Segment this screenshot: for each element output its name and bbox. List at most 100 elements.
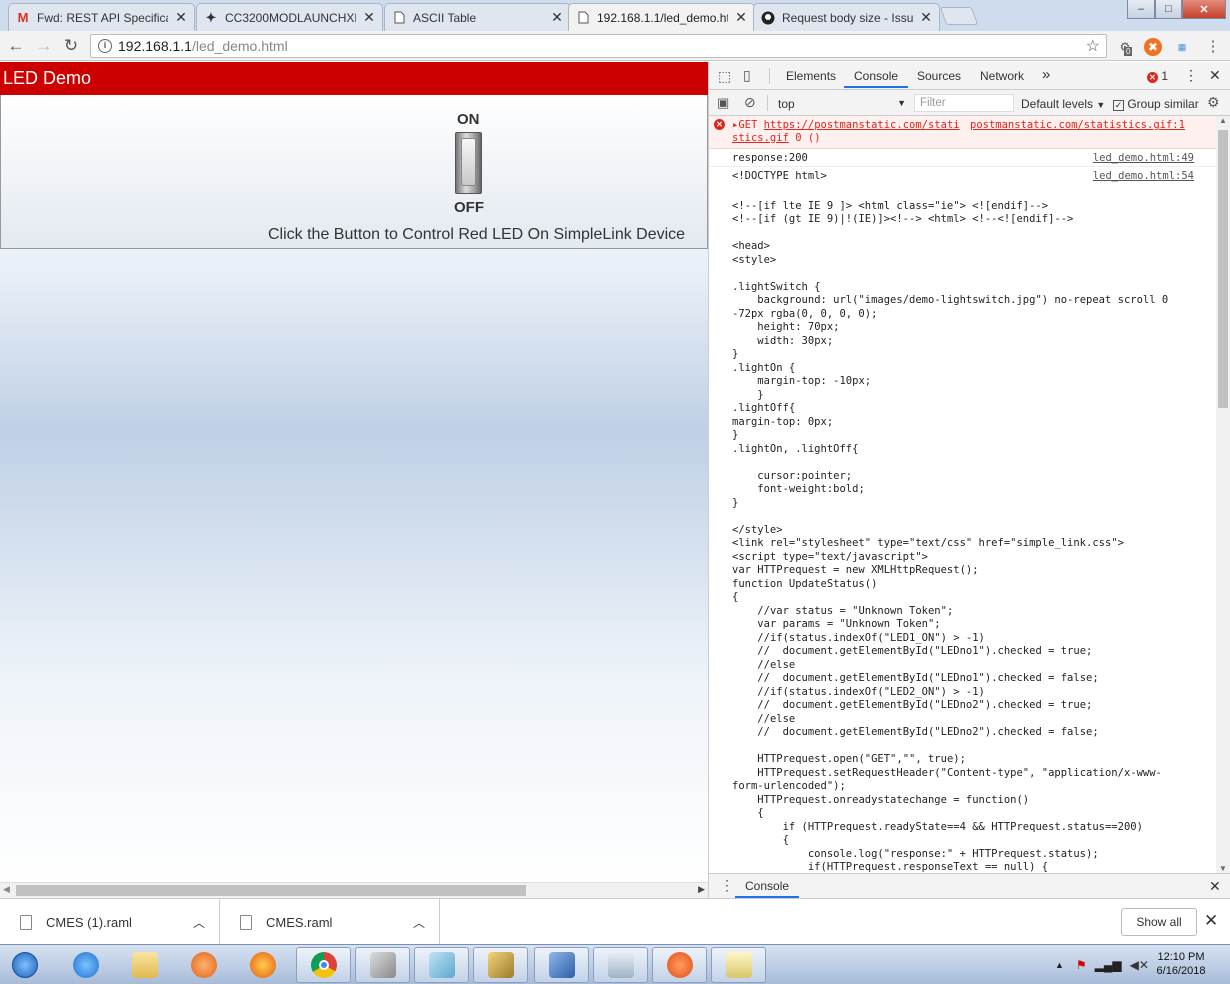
scroll-down-icon[interactable]: ▼ xyxy=(1219,864,1227,873)
tray-expand-icon[interactable]: ▲ xyxy=(1055,960,1064,970)
qr-extension-icon[interactable]: ▦ xyxy=(1173,38,1191,56)
scroll-right-icon[interactable]: ▶ xyxy=(698,884,705,895)
devtools-menu-icon[interactable]: ⋮ xyxy=(1184,67,1198,84)
drawer-menu-icon[interactable]: ⋮ xyxy=(720,877,734,894)
taskbar-cube-app[interactable] xyxy=(355,947,410,983)
scroll-left-icon[interactable]: ◀ xyxy=(3,884,10,895)
chevron-up-icon[interactable]: ︿ xyxy=(413,914,425,931)
reload-icon[interactable]: ↻ xyxy=(60,36,82,56)
action-center-icon[interactable]: ⚑ xyxy=(1076,958,1087,972)
error-url-link-cont[interactable]: stics.gif xyxy=(732,132,789,144)
console-output: ✕ ▸GET https://postmanstatic.com/stati po… xyxy=(709,116,1217,873)
taskbar-calculator[interactable] xyxy=(593,947,648,983)
taskbar-media-player[interactable] xyxy=(176,947,231,983)
more-tabs-icon[interactable]: » xyxy=(1042,66,1050,83)
error-count-value: 1 xyxy=(1161,69,1169,83)
console-scrollbar[interactable]: ▲ ▼ xyxy=(1216,116,1230,873)
device-toolbar-icon[interactable]: ▯ xyxy=(743,67,751,84)
taskbar-explorer[interactable] xyxy=(117,947,172,983)
tab-console[interactable]: Console xyxy=(844,62,909,88)
taskbar-pen-app[interactable] xyxy=(652,947,707,983)
tab-github[interactable]: Request body size - Issue ✕ xyxy=(753,3,940,31)
close-tab-icon[interactable]: ✕ xyxy=(919,9,933,26)
forward-icon[interactable]: → xyxy=(33,36,55,56)
close-devtools-icon[interactable]: ✕ xyxy=(1209,67,1221,84)
sidebar-toggle-icon[interactable]: ▣ xyxy=(717,95,729,111)
taskbar-network-app[interactable] xyxy=(534,947,589,983)
postman-icon[interactable]: ✖ xyxy=(1144,38,1162,56)
close-tab-icon[interactable]: ✕ xyxy=(550,9,564,26)
media-player-icon xyxy=(190,952,217,978)
taskbar-firefox[interactable] xyxy=(235,947,290,983)
group-similar-checkbox[interactable]: ✓ Group similar xyxy=(1113,97,1199,111)
tab-title: Fwd: REST API Specificati xyxy=(37,10,168,25)
chevron-up-icon[interactable]: ︿ xyxy=(193,914,205,931)
download-item[interactable]: CMES.raml ︿ xyxy=(220,899,440,945)
inspect-element-icon[interactable]: ⬚ xyxy=(718,68,731,85)
switch-lever xyxy=(461,138,476,186)
windows-logo-icon xyxy=(12,952,38,978)
close-tab-icon[interactable]: ✕ xyxy=(734,9,748,26)
tab-network[interactable]: Network xyxy=(980,69,1024,83)
folder-icon xyxy=(131,952,158,978)
light-switch-button[interactable] xyxy=(455,132,482,194)
close-drawer-icon[interactable]: ✕ xyxy=(1209,878,1221,895)
taskbar-clock[interactable]: 12:10 PM 6/16/2018 xyxy=(1147,950,1215,978)
on-label[interactable]: ON xyxy=(457,111,480,128)
context-selector[interactable]: top ▼ xyxy=(778,97,906,111)
settings-gear-icon[interactable]: ⚙ xyxy=(1207,94,1220,111)
extension-icon[interactable]: ⚙0 xyxy=(1116,38,1134,56)
horizontal-scrollbar[interactable]: ◀ ▶ xyxy=(0,882,708,898)
taskbar-notepad-app[interactable] xyxy=(414,947,469,983)
tab-title: ASCII Table xyxy=(413,10,477,25)
instruction-text: Click the Button to Control Red LED On S… xyxy=(268,226,686,243)
context-value: top xyxy=(778,97,795,111)
log-source-link[interactable]: led_demo.html:54 xyxy=(1093,169,1194,183)
bookmark-star-icon[interactable]: ☆ xyxy=(1086,36,1100,56)
levels-dropdown[interactable]: Default levels ▼ xyxy=(1021,97,1105,111)
show-all-button[interactable]: Show all xyxy=(1121,908,1197,936)
taskbar-ie[interactable] xyxy=(58,947,113,983)
network-signal-icon[interactable]: ▂▄▆ xyxy=(1095,958,1122,972)
log-source-link[interactable]: led_demo.html:49 xyxy=(1093,151,1194,165)
new-tab-button[interactable] xyxy=(939,7,979,25)
tab-elements[interactable]: Elements xyxy=(786,69,836,83)
close-tab-icon[interactable]: ✕ xyxy=(362,9,376,26)
divider xyxy=(767,95,768,111)
download-item[interactable]: CMES (1).raml ︿ xyxy=(0,899,220,945)
tab-ascii[interactable]: ASCII Table ✕ xyxy=(384,3,571,31)
close-window-button[interactable]: ✕ xyxy=(1182,0,1226,19)
scrollbar-thumb[interactable] xyxy=(1218,130,1228,408)
minimize-button[interactable]: – xyxy=(1127,0,1155,19)
taskbar-chrome[interactable] xyxy=(296,947,351,983)
info-icon[interactable]: i xyxy=(98,39,112,53)
taskbar-package-app[interactable] xyxy=(473,947,528,983)
menu-icon[interactable]: ⋮ xyxy=(1204,38,1222,56)
error-source-link[interactable]: postmanstatic.com/statistics.gif:1 xyxy=(970,119,1185,132)
log-text: response:200 xyxy=(732,152,808,164)
tab-gmail[interactable]: M Fwd: REST API Specificati ✕ xyxy=(8,3,195,31)
clock-date: 6/16/2018 xyxy=(1156,965,1206,977)
off-label[interactable]: OFF xyxy=(454,199,484,216)
close-downloads-icon[interactable]: ✕ xyxy=(1204,911,1218,931)
console-log-row: <!DOCTYPE html> led_demo.html:54 xyxy=(709,167,1217,185)
system-tray: ▲ ⚑ ▂▄▆ ◀✕ xyxy=(1055,945,1149,984)
address-bar[interactable]: i 192.168.1.1/led_demo.html ☆ xyxy=(90,34,1107,58)
dropdown-arrow-icon: ▼ xyxy=(1096,100,1106,110)
clear-console-icon[interactable]: ⊘ xyxy=(744,94,756,111)
close-tab-icon[interactable]: ✕ xyxy=(174,9,188,26)
error-url-link[interactable]: https://postmanstatic.com/stati xyxy=(764,119,960,131)
taskbar-checklist-app[interactable] xyxy=(711,947,766,983)
drawer-tab-console[interactable]: Console xyxy=(735,874,800,898)
scroll-up-icon[interactable]: ▲ xyxy=(1219,116,1227,125)
scrollbar-thumb[interactable] xyxy=(16,885,526,896)
error-count[interactable]: ✕ 1 xyxy=(1147,69,1168,83)
tab-sources[interactable]: Sources xyxy=(917,69,961,83)
extension-badge: 0 xyxy=(1124,47,1133,56)
maximize-button[interactable]: □ xyxy=(1155,0,1182,19)
tab-led-demo[interactable]: 192.168.1.1/led_demo.htm ✕ xyxy=(568,3,755,31)
tab-ti[interactable]: ✦ CC3200MODLAUNCHXL: ✕ xyxy=(196,3,383,31)
back-icon[interactable]: ← xyxy=(5,36,27,56)
start-button[interactable] xyxy=(0,947,50,983)
filter-input[interactable]: Filter xyxy=(914,94,1014,112)
